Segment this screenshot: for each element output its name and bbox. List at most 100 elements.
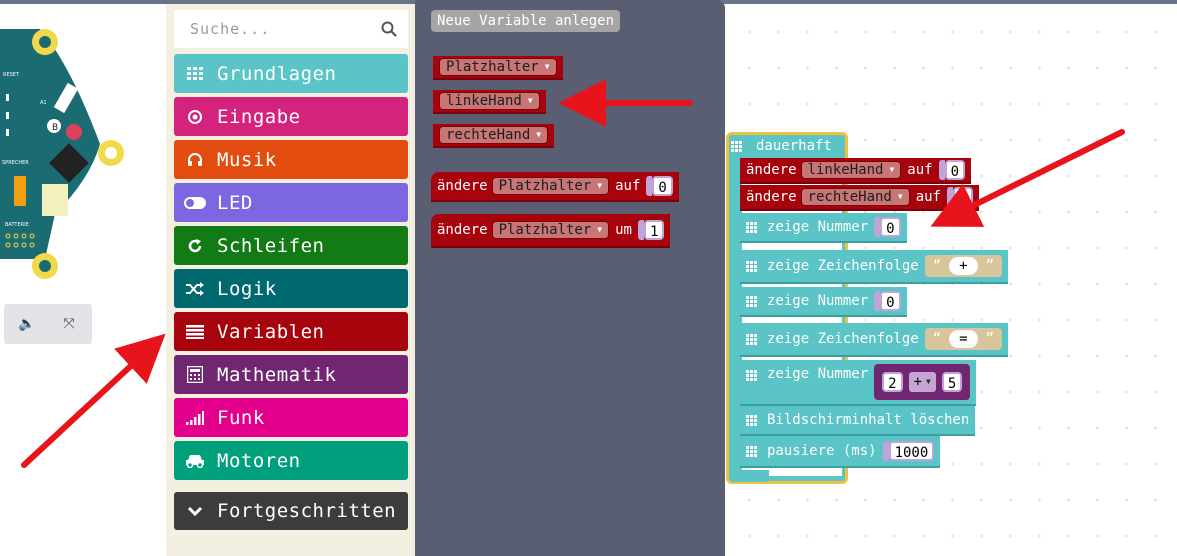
search-icon[interactable] [380, 20, 398, 38]
block-text: um [615, 222, 632, 238]
number-input[interactable]: 5 [941, 372, 963, 392]
variable-name: Platzhalter [498, 222, 592, 238]
dropdown-caret-icon[interactable]: ▼ [528, 93, 533, 109]
show-number-block-2[interactable]: zeige Nummer 0 [740, 287, 907, 317]
category-eingabe[interactable]: Eingabe [174, 97, 408, 136]
forever-header: dauerhaft [731, 136, 832, 156]
speaker-icon[interactable]: 🔈 [16, 314, 38, 334]
block-text: zeige Nummer [767, 293, 869, 309]
simulator-controls: 🔈 ⤧ [4, 304, 92, 344]
toolbox: Grundlagen Eingabe Musik LED Schleifen L… [166, 4, 415, 556]
svg-text:A1: A1 [40, 100, 47, 106]
svg-text:BATTERIE: BATTERIE [5, 222, 29, 228]
variable-name: linkeHand [807, 162, 884, 178]
dropdown-caret-icon[interactable]: ▼ [536, 127, 541, 143]
set-rechtehand-block[interactable]: ändere rechteHand ▼ auf 0 [740, 185, 980, 211]
variable-dropdown[interactable]: Platzhalter ▼ [491, 221, 610, 239]
number-input[interactable]: 1000 [888, 441, 935, 461]
number-input[interactable]: 0 [880, 291, 901, 311]
string-input[interactable]: = [949, 330, 978, 348]
number-input[interactable]: 2 [882, 372, 903, 392]
dropdown-caret-icon: ▼ [897, 192, 903, 201]
calculator-icon [174, 366, 216, 383]
show-number-block-3[interactable]: zeige Nummer 2 + ▼ 5 [740, 360, 977, 406]
fullscreen-icon[interactable]: ⤧ [58, 314, 80, 334]
variable-block-linkehand[interactable]: linkeHand ▼ [433, 90, 546, 114]
show-number-block-1[interactable]: zeige Nummer 0 [740, 213, 907, 243]
number-input[interactable]: 0 [880, 217, 901, 237]
change-variable-block[interactable]: ändere Platzhalter ▼ um 1 [431, 214, 671, 248]
category-variablen[interactable]: Variablen [174, 312, 408, 351]
number-input[interactable]: 0 [652, 176, 673, 196]
variable-dropdown[interactable]: linkeHand ▼ [800, 161, 902, 179]
toggle-icon [174, 196, 216, 209]
category-label: Grundlagen [217, 62, 337, 85]
target-icon [174, 109, 216, 125]
category-funk[interactable]: Funk [174, 398, 408, 437]
number-slot: 0 [947, 187, 974, 207]
open-quote: “ [932, 258, 942, 274]
block-text: auf [915, 189, 941, 205]
grid-icon [746, 221, 757, 233]
category-fortgeschritten[interactable]: Fortgeschritten [174, 492, 408, 530]
set-linkehand-block[interactable]: ändere linkeHand ▼ auf 0 [740, 158, 971, 184]
category-label: LED [217, 191, 253, 214]
category-motoren[interactable]: Motoren [174, 441, 408, 480]
microbit-board[interactable]: B RESET A1 SPRECHER BATTERIE [0, 4, 140, 294]
show-string-block-2[interactable]: zeige Zeichenfolge “ = ” [740, 323, 1009, 357]
number-slot: 0 [874, 217, 901, 237]
block-text: auf [907, 162, 933, 178]
svg-text:RESET: RESET [3, 72, 20, 78]
category-logik[interactable]: Logik [174, 269, 408, 308]
grid-icon [746, 333, 757, 345]
show-string-block-1[interactable]: zeige Zeichenfolge “ + ” [740, 250, 1009, 284]
category-label: Mathematik [217, 363, 337, 386]
category-label: Fortgeschritten [217, 500, 397, 522]
signal-icon [174, 410, 216, 425]
category-mathematik[interactable]: Mathematik [174, 355, 408, 394]
svg-text:B: B [52, 123, 58, 133]
new-variable-button[interactable]: Neue Variable anlegen [431, 10, 621, 32]
block-text: zeige Nummer [767, 219, 869, 235]
set-variable-block[interactable]: ändere Platzhalter ▼ auf 0 [431, 172, 679, 202]
number-input[interactable]: 0 [944, 160, 965, 180]
search-box [174, 10, 408, 48]
number-slot: 0 [646, 176, 673, 196]
category-label: Funk [217, 406, 265, 429]
block-text: ändere [746, 189, 797, 205]
block-text: zeige Nummer [767, 366, 869, 382]
pause-block[interactable]: pausiere (ms) 1000 [740, 436, 941, 468]
variable-block-rechtehand[interactable]: rechteHand ▼ [433, 124, 555, 148]
dropdown-caret-icon[interactable]: ▼ [545, 59, 550, 75]
search-input[interactable] [182, 16, 372, 42]
dropdown-caret-icon: ▼ [889, 165, 895, 174]
variable-dropdown[interactable]: rechteHand ▼ [800, 188, 910, 206]
close-quote: ” [985, 331, 995, 347]
block-text: auf [615, 178, 641, 194]
number-input[interactable]: 0 [953, 187, 974, 207]
number-slot: 0 [874, 291, 901, 311]
grid-icon [746, 414, 757, 426]
addition-block[interactable]: 2 + ▼ 5 [874, 364, 971, 400]
string-block[interactable]: “ + ” [924, 255, 1003, 277]
variable-block-platzhalter[interactable]: Platzhalter ▼ [433, 56, 563, 80]
category-label: Motoren [217, 449, 301, 472]
string-input[interactable]: + [949, 257, 978, 275]
category-label: Logik [217, 277, 277, 300]
grid-icon [746, 370, 757, 381]
category-led[interactable]: LED [174, 183, 408, 222]
category-label: Schleifen [217, 234, 325, 257]
variable-pill: Platzhalter ▼ [439, 58, 557, 76]
variable-pill: rechteHand ▼ [439, 126, 549, 144]
category-musik[interactable]: Musik [174, 140, 408, 179]
clear-screen-block[interactable]: Bildschirminhalt löschen [740, 406, 976, 436]
string-block[interactable]: “ = ” [924, 328, 1003, 350]
forever-label: dauerhaft [756, 138, 832, 154]
block-text: ändere [437, 222, 488, 238]
variable-dropdown[interactable]: Platzhalter ▼ [491, 177, 610, 195]
category-schleifen[interactable]: Schleifen [174, 226, 408, 265]
variable-name: rechteHand [807, 189, 892, 205]
category-grundlagen[interactable]: Grundlagen [174, 54, 408, 93]
operator-dropdown[interactable]: + ▼ [908, 372, 936, 392]
number-input[interactable]: 1 [643, 220, 665, 240]
